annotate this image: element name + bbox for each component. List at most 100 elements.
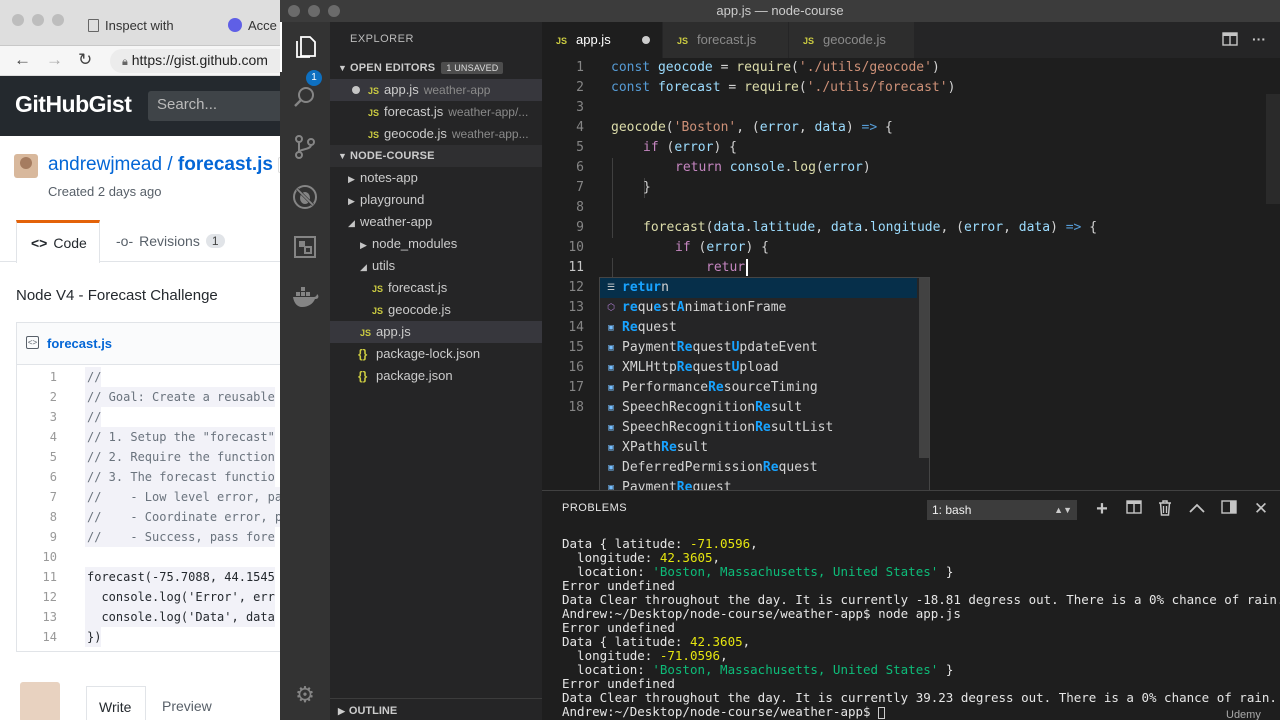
gist-line-number[interactable]: 4 [17, 427, 57, 447]
back-arrow-icon[interactable]: ← [14, 50, 31, 70]
gist-line-number[interactable]: 7 [17, 487, 57, 507]
suggestion-item[interactable]: ▣ PerformanceResourceTiming [600, 378, 917, 398]
gist-line-number[interactable]: 9 [17, 527, 57, 547]
suggestion-item[interactable]: ☰ return [600, 278, 917, 298]
gist-name-link[interactable]: forecast.js [178, 154, 273, 175]
gist-search-input[interactable]: Search... [148, 91, 300, 121]
terminal-select-value: 1: bash [932, 503, 972, 517]
browser-tab-inspect[interactable]: Inspect with [88, 8, 216, 42]
tab-geocode-js[interactable]: JS geocode.js [789, 22, 914, 58]
close-window-button[interactable] [12, 14, 24, 26]
open-editor-forecast-js[interactable]: JS forecast.js weather-app/... [330, 101, 542, 123]
tree-file-geocode-js[interactable]: JS geocode.js [330, 299, 542, 321]
minimap[interactable] [1266, 94, 1280, 204]
minimize-window-button[interactable] [308, 5, 320, 17]
gist-line-number[interactable]: 8 [17, 507, 57, 527]
punctuation [722, 160, 730, 175]
open-editors-section[interactable]: ▼ OPEN EDITORS 1 UNSAVED [330, 57, 542, 79]
suggestion-item[interactable]: ▣ XMLHttpRequestUpload [600, 358, 917, 378]
outline-section[interactable]: ▶ OUTLINE [330, 698, 542, 720]
terminal-text: longitude: [562, 550, 660, 565]
zoom-window-button[interactable] [52, 14, 64, 26]
gist-owner-link[interactable]: andrewjmead [48, 154, 162, 175]
reload-icon[interactable]: ↻ [78, 50, 92, 70]
suggestion-item[interactable]: ⬡ requestAnimationFrame [600, 298, 917, 318]
terminal-output[interactable]: Data { latitude: -71.0596, longitude: 42… [562, 537, 1280, 719]
new-terminal-plus-icon[interactable]: + [1093, 499, 1111, 519]
suggestion-scrollbar[interactable] [919, 278, 929, 458]
maximize-panel-chevron-up-icon[interactable] [1188, 500, 1206, 518]
search-icon[interactable] [280, 72, 330, 122]
gist-line-number[interactable]: 1 [17, 367, 57, 387]
tree-file-app-js[interactable]: JS app.js [330, 321, 542, 343]
suggestion-match: Re [708, 380, 724, 395]
debug-icon[interactable] [280, 172, 330, 222]
suggestion-text: DeferredPermission [622, 460, 763, 475]
github-gist-logo[interactable]: GitHubGist [15, 91, 132, 118]
suggestion-widget[interactable]: ☰ return ⬡ requestAnimationFrame ▣ Request ▣ Pa… [599, 277, 930, 517]
gist-line-number[interactable]: 5 [17, 447, 57, 467]
settings-gear-icon[interactable]: ⚙︎ [280, 670, 330, 720]
node-course-section[interactable]: ▼ NODE-COURSE [330, 145, 542, 167]
punctuation: ( [665, 120, 674, 135]
suggestion-item[interactable]: ▣ PaymentRequestUpdateEvent [600, 338, 917, 358]
tree-folder-weather-app[interactable]: ◢ weather-app [330, 211, 542, 233]
forward-arrow-icon[interactable]: → [46, 50, 63, 70]
suggestion-item[interactable]: ▣ Request [600, 318, 917, 338]
close-panel-icon[interactable]: ✕ [1252, 500, 1270, 518]
punctuation: ( [690, 240, 707, 255]
toggle-panel-position-icon[interactable] [1220, 500, 1238, 518]
tab-app-js[interactable]: JS app.js [542, 22, 662, 58]
gist-line-number[interactable]: 14 [17, 627, 57, 647]
tree-folder-node-modules[interactable]: ▶ node_modules [330, 233, 542, 255]
terminal-select[interactable]: 1: bash ▲▼ [927, 500, 1077, 520]
tree-folder-utils[interactable]: ◢ utils [330, 255, 542, 277]
source-control-icon[interactable] [280, 122, 330, 172]
preview-tab[interactable]: Preview [162, 698, 212, 714]
close-window-button[interactable] [288, 5, 300, 17]
suggestion-item[interactable]: ▣ XPathResult [600, 438, 917, 458]
gist-code-text: // - Success, pass fore [85, 527, 275, 547]
more-actions-icon[interactable]: ··· [1252, 31, 1270, 49]
suggestion-item[interactable]: ▣ SpeechRecognitionResult [600, 398, 917, 418]
js-file-icon: JS [372, 306, 384, 316]
docker-icon[interactable] [280, 272, 330, 322]
tree-file-package-lock-json[interactable]: {} package-lock.json [330, 343, 542, 365]
open-editor-app-js[interactable]: JS app.js weather-app [330, 79, 542, 101]
url-input[interactable]: 🔒︎ https://gist.github.com [110, 49, 300, 73]
split-editor-icon[interactable] [1222, 31, 1240, 49]
tab-problems[interactable]: PROBLEMS [562, 502, 627, 514]
gist-line-number[interactable]: 11 [17, 567, 57, 587]
gist-line-number[interactable]: 12 [17, 587, 57, 607]
identifier: geocode [657, 60, 713, 75]
trash-icon[interactable] [1156, 500, 1174, 518]
avatar[interactable] [14, 154, 38, 178]
tree-folder-notes-app[interactable]: ▶ notes-app [330, 167, 542, 189]
tree-file-package-json[interactable]: {} package.json [330, 365, 542, 387]
gist-line-number[interactable]: 6 [17, 467, 57, 487]
tab-forecast-js[interactable]: JS forecast.js [663, 22, 788, 58]
gist-line-number[interactable]: 2 [17, 387, 57, 407]
zoom-window-button[interactable] [328, 5, 340, 17]
suggestion-match: Re [676, 360, 693, 375]
tree-file-forecast-js[interactable]: JS forecast.js [330, 277, 542, 299]
split-terminal-icon[interactable] [1125, 500, 1143, 518]
gist-line-number[interactable]: 13 [17, 607, 57, 627]
open-editor-geocode-js[interactable]: JS geocode.js weather-app... [330, 123, 542, 145]
write-tab[interactable]: Write [86, 686, 146, 720]
tab-revisions[interactable]: -o- Revisions 1 [116, 220, 225, 262]
suggestion-text: st [661, 300, 677, 315]
unsaved-dot-icon[interactable] [642, 36, 650, 44]
suggestion-item[interactable]: ▣ DeferredPermissionRequest [600, 458, 917, 478]
minimize-window-button[interactable] [32, 14, 44, 26]
extensions-icon[interactable] [280, 222, 330, 272]
explorer-icon[interactable] [280, 22, 330, 72]
gist-line-number[interactable]: 10 [17, 547, 57, 567]
udemy-watermark: Udemy [1226, 709, 1261, 720]
gist-file-name[interactable]: forecast.js [47, 336, 112, 351]
tree-folder-playground[interactable]: ▶ playground [330, 189, 542, 211]
gist-code-row: 4 // 1. Setup the "forecast" [17, 427, 300, 447]
gist-line-number[interactable]: 3 [17, 407, 57, 427]
suggestion-item[interactable]: ▣ SpeechRecognitionResultList [600, 418, 917, 438]
tab-code[interactable]: <> Code [16, 220, 100, 263]
